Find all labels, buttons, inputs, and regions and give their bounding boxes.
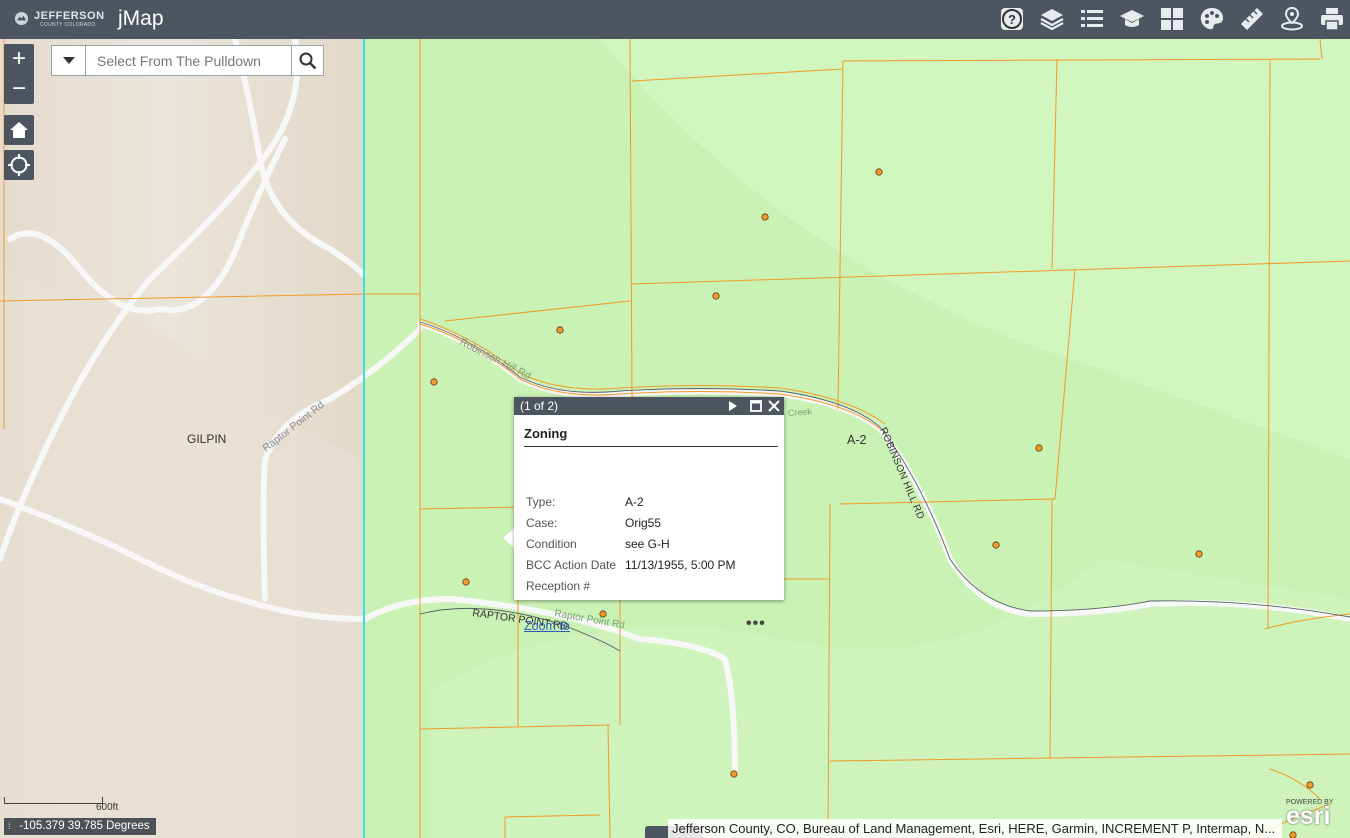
zoom-to-link[interactable]: Zoom to — [524, 619, 570, 633]
field-value: 11/13/1955, 5:00 PM — [625, 558, 736, 572]
creek-label: Creek — [787, 406, 812, 418]
location-button[interactable] — [1276, 4, 1308, 34]
maximize-icon — [750, 400, 762, 412]
parcel-point — [1035, 444, 1043, 452]
map-view[interactable]: GILPIN Raptor Point Rd Robinson Hill Rd … — [0, 39, 1350, 838]
top-toolbar: JEFFERSON COUNTY COLORADO jMap ? — [0, 0, 1350, 39]
field-label: Reception # — [526, 579, 591, 593]
feature-popup: (1 of 2) Zoning Type: A-2 Case: Orig55 C… — [514, 397, 784, 633]
legend-list-icon — [1081, 10, 1103, 27]
legend-button[interactable] — [1076, 4, 1108, 34]
learn-cap-icon — [1120, 10, 1144, 27]
search-button[interactable] — [291, 46, 324, 75]
map-attribution: Jefferson County, CO, Bureau of Land Man… — [668, 819, 1282, 838]
home-icon — [10, 122, 28, 138]
parcel-point — [462, 578, 470, 586]
field-value: see G-H — [625, 537, 670, 551]
parcel-point — [730, 770, 738, 778]
popup-maximize-button[interactable] — [748, 398, 764, 414]
search-icon — [299, 52, 317, 69]
popup-feature-count: (1 of 2) — [520, 399, 559, 413]
popup-close-button[interactable] — [766, 398, 782, 414]
gilpin-label: GILPIN — [187, 432, 226, 446]
search-source-dropdown[interactable] — [52, 46, 86, 75]
logo-mark-icon — [14, 11, 29, 26]
field-label: Condition — [526, 537, 577, 551]
coordinate-text: -105.379 39.785 Degrees — [19, 820, 150, 832]
parcel-point — [1289, 831, 1297, 838]
draw-button[interactable] — [1196, 4, 1228, 34]
esri-logo[interactable]: POWERED BY esri — [1286, 799, 1333, 831]
layers-button[interactable] — [1036, 4, 1068, 34]
play-next-icon — [729, 401, 737, 411]
print-icon — [1321, 8, 1343, 31]
zone-label: A-2 — [847, 433, 867, 447]
field-value: Orig55 — [625, 516, 662, 530]
measure-button[interactable] — [1236, 4, 1268, 34]
locate-crosshair-icon — [8, 154, 30, 176]
search-input[interactable] — [86, 46, 291, 75]
popup-pointer — [503, 528, 514, 548]
help-button[interactable]: ? — [996, 4, 1028, 34]
field-label: Case: — [526, 516, 558, 530]
parcel-point — [875, 168, 883, 176]
basemap-button[interactable] — [1156, 4, 1188, 34]
close-icon — [768, 400, 780, 412]
scale-label: 600ft — [96, 802, 119, 813]
chevron-down-icon — [62, 57, 75, 64]
home-button[interactable] — [4, 115, 34, 145]
parcel-point — [712, 292, 720, 300]
esri-wordmark: esri — [1286, 802, 1331, 830]
logo-subtext: COUNTY COLORADO — [40, 22, 96, 28]
zoom-controls: + − — [4, 44, 34, 104]
parcel-point — [761, 213, 769, 221]
parcel-point — [992, 541, 1000, 549]
logo-text: JEFFERSON — [34, 10, 105, 22]
popup-titlebar: (1 of 2) — [514, 397, 784, 415]
field-label: Type: — [526, 495, 556, 509]
popup-more-actions-button[interactable]: ••• — [746, 615, 766, 633]
parcel-point — [430, 378, 438, 386]
zoom-out-button[interactable]: − — [4, 74, 34, 104]
location-pin-icon — [1281, 6, 1303, 31]
basemap-grid-icon — [1161, 8, 1183, 30]
locate-button[interactable] — [4, 150, 34, 180]
field-value: A-2 — [625, 495, 644, 509]
parcel-point — [556, 326, 564, 334]
print-button[interactable] — [1316, 4, 1348, 34]
coordinate-readout: ⁞ -105.379 39.785 Degrees — [4, 818, 156, 835]
popup-title: Zoning — [524, 426, 778, 447]
learn-button[interactable] — [1116, 4, 1148, 34]
parcel-point — [1306, 781, 1314, 789]
svg-text:?: ? — [1008, 12, 1016, 27]
parcel-point — [1195, 550, 1203, 558]
county-logo[interactable]: JEFFERSON COUNTY COLORADO — [14, 8, 105, 30]
help-icon: ? — [1001, 8, 1023, 30]
palette-icon — [1200, 8, 1223, 30]
move-handle-icon[interactable]: ⁞ — [8, 818, 16, 835]
zoom-in-button[interactable]: + — [4, 44, 34, 74]
popup-next-button[interactable] — [725, 398, 741, 414]
field-label: BCC Action Date — [526, 558, 617, 572]
search-widget — [51, 45, 324, 76]
app-title: jMap — [118, 7, 164, 30]
measure-ruler-icon — [1241, 8, 1263, 30]
layers-icon — [1040, 9, 1064, 31]
scale-bar — [4, 797, 103, 804]
